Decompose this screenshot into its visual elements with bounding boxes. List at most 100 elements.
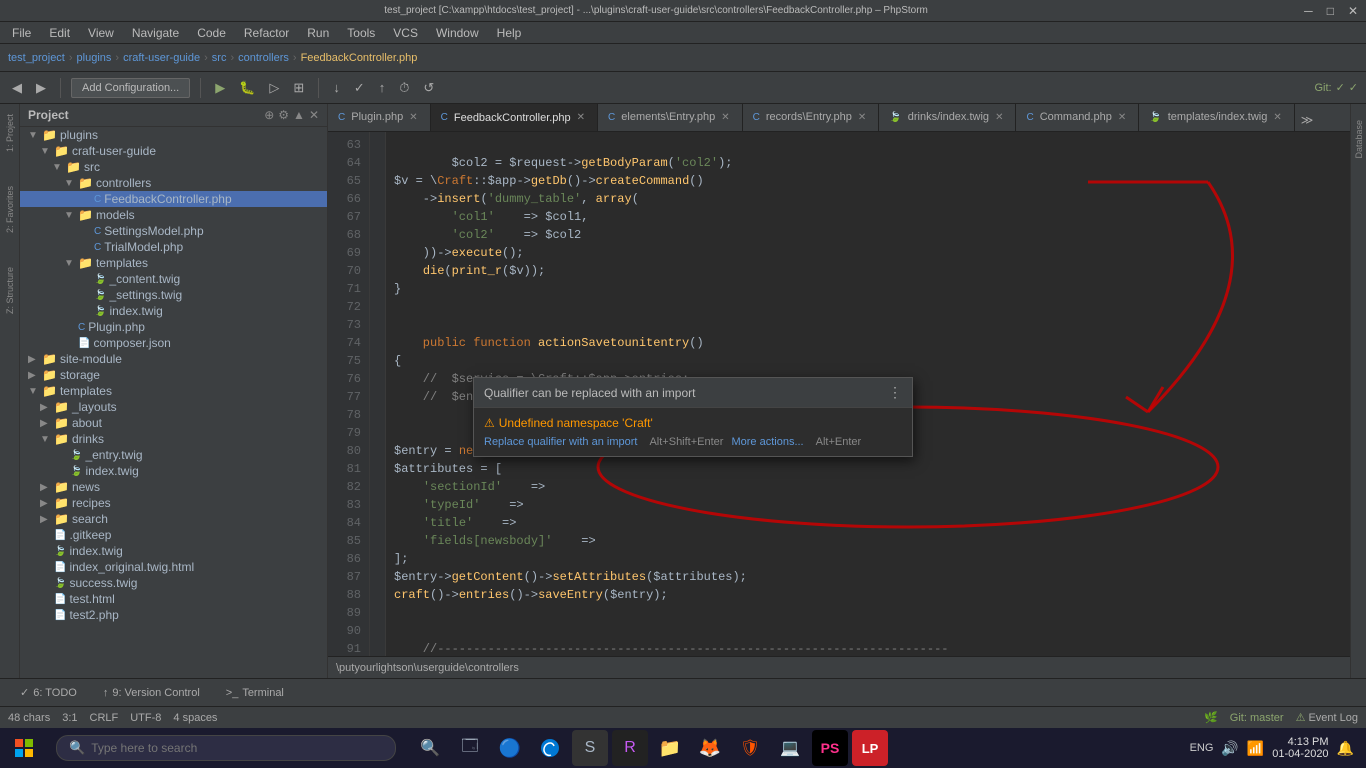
tab-feedbackcontroller[interactable]: C FeedbackController.php ✕ <box>431 104 598 131</box>
maximize-btn[interactable]: □ <box>1327 4 1334 18</box>
forward-btn[interactable]: ▶ <box>32 78 50 98</box>
tab-records-entry-close[interactable]: ✕ <box>858 112 866 123</box>
tree-item-recipes[interactable]: ▶📁 recipes <box>20 495 327 511</box>
nav-controllers[interactable]: controllers <box>238 52 289 64</box>
tree-item-gitkeep[interactable]: 📄 .gitkeep <box>20 527 327 543</box>
tree-item-site-module[interactable]: ▶📁 site-module <box>20 351 327 367</box>
add-config-btn[interactable]: Add Configuration... <box>71 78 190 98</box>
tab-records-entry[interactable]: C records\Entry.php ✕ <box>743 104 880 131</box>
side-tab-favorites[interactable]: 2: Favorites <box>3 180 17 239</box>
tree-item-content-twig[interactable]: 🍃 _content.twig <box>20 271 327 287</box>
tree-item-news[interactable]: ▶📁 news <box>20 479 327 495</box>
menu-window[interactable]: Window <box>428 24 487 42</box>
tree-item-test2-php[interactable]: 📄 test2.php <box>20 607 327 623</box>
tree-item-templates-inner[interactable]: ▼📁 templates <box>20 255 327 271</box>
nav-craft-user-guide[interactable]: craft-user-guide <box>123 52 200 64</box>
tree-item-entry-twig[interactable]: 🍃 _entry.twig <box>20 447 327 463</box>
tree-item-index-twig-inner[interactable]: 🍃 index.twig <box>20 303 327 319</box>
menu-edit[interactable]: Edit <box>41 24 78 42</box>
status-encoding[interactable]: UTF-8 <box>130 712 161 724</box>
sidebar-collapse-icon[interactable]: ▲ <box>293 108 305 122</box>
nav-project[interactable]: test_project <box>8 52 65 64</box>
tree-item-drinks[interactable]: ▼📁 drinks <box>20 431 327 447</box>
vcs-commit-btn[interactable]: ✓ <box>350 78 369 98</box>
tree-item-storage[interactable]: ▶📁 storage <box>20 367 327 383</box>
taskbar-network-icon[interactable]: 📶 <box>1247 740 1264 757</box>
run-btn[interactable]: ▶ <box>211 78 229 98</box>
taskbar-app-steam[interactable]: 💻 <box>772 730 808 766</box>
tree-item-templates-root[interactable]: ▼📁 templates <box>20 383 327 399</box>
start-button[interactable] <box>0 728 48 768</box>
tree-item-controllers[interactable]: ▼📁 controllers <box>20 175 327 191</box>
tab-templates-index[interactable]: 🍃 templates/index.twig ✕ <box>1139 104 1295 131</box>
tree-item-settingsmodel[interactable]: C SettingsModel.php <box>20 223 327 239</box>
tree-item-index-twig-drinks[interactable]: 🍃 index.twig <box>20 463 327 479</box>
tree-item-plugin-php[interactable]: C Plugin.php <box>20 319 327 335</box>
side-tab-project[interactable]: 1: Project <box>3 108 17 158</box>
coverage-btn[interactable]: ▷ <box>265 78 283 98</box>
vcs-history-btn[interactable]: ⏱ <box>395 78 413 98</box>
taskbar-search-input[interactable] <box>91 741 383 755</box>
tree-item-index-twig-root[interactable]: 🍃 index.twig <box>20 543 327 559</box>
tree-item-composer-json[interactable]: 📄 composer.json <box>20 335 327 351</box>
sidebar-add-icon[interactable]: ⊕ <box>264 108 274 122</box>
tab-elements-entry[interactable]: C elements\Entry.php ✕ <box>598 104 743 131</box>
menu-help[interactable]: Help <box>489 24 530 42</box>
taskbar-app-rider[interactable]: R <box>612 730 648 766</box>
tab-elements-entry-close[interactable]: ✕ <box>721 112 729 123</box>
tab-drinks-index[interactable]: 🍃 drinks/index.twig ✕ <box>879 104 1016 131</box>
menu-vcs[interactable]: VCS <box>385 24 426 42</box>
taskbar-app-edge[interactable] <box>532 730 568 766</box>
vcs-revert-btn[interactable]: ↺ <box>419 78 438 98</box>
tree-item-success-twig[interactable]: 🍃 success.twig <box>20 575 327 591</box>
tree-item-craft-user-guide[interactable]: ▼📁 craft-user-guide <box>20 143 327 159</box>
back-btn[interactable]: ◀ <box>8 78 26 98</box>
profile-btn[interactable]: ⊞ <box>289 78 308 98</box>
bottom-tab-vcs[interactable]: ↑ 9: Version Control <box>91 683 212 703</box>
tree-item-src[interactable]: ▼📁 src <box>20 159 327 175</box>
code-editor[interactable]: 6364656667 6869707172 7374757677 7879808… <box>328 132 1350 656</box>
tree-item-index-original[interactable]: 📄 index_original.twig.html <box>20 559 327 575</box>
tab-command[interactable]: C Command.php ✕ <box>1016 104 1139 131</box>
menu-tools[interactable]: Tools <box>339 24 383 42</box>
menu-run[interactable]: Run <box>299 24 337 42</box>
status-event-log[interactable]: ⚠ Event Log <box>1296 711 1358 724</box>
menu-file[interactable]: File <box>4 24 39 42</box>
tab-plugin-php-close[interactable]: ✕ <box>409 112 417 123</box>
tree-item-test-html[interactable]: 📄 test.html <box>20 591 327 607</box>
taskbar-app-lastpass[interactable]: LP <box>852 730 888 766</box>
tree-item-models[interactable]: ▼📁 models <box>20 207 327 223</box>
sidebar-close-icon[interactable]: ✕ <box>309 108 319 122</box>
nav-plugins[interactable]: plugins <box>77 52 112 64</box>
tab-feedbackcontroller-close[interactable]: ✕ <box>577 112 585 123</box>
bottom-tab-terminal[interactable]: >_ Terminal <box>214 683 296 703</box>
popup-action-more[interactable]: More actions... <box>731 436 803 448</box>
status-indent[interactable]: 4 spaces <box>173 712 217 724</box>
status-crlf[interactable]: CRLF <box>90 712 119 724</box>
tab-command-close[interactable]: ✕ <box>1118 112 1126 123</box>
menu-view[interactable]: View <box>80 24 122 42</box>
tab-overflow-btn[interactable]: ≫ <box>1295 109 1320 131</box>
tab-plugin-php[interactable]: C Plugin.php ✕ <box>328 104 431 131</box>
right-tab-database[interactable]: Database <box>1352 112 1366 167</box>
taskbar-app-phpstorm[interactable]: PS <box>812 730 848 766</box>
tab-templates-index-close[interactable]: ✕ <box>1273 112 1281 123</box>
tab-drinks-index-close[interactable]: ✕ <box>995 112 1003 123</box>
taskbar-app-brave[interactable]: 🛡 <box>732 730 768 766</box>
popup-action-replace[interactable]: Replace qualifier with an import <box>484 436 637 448</box>
taskbar-app-filezilla[interactable]: S <box>572 730 608 766</box>
tree-item-trialmodel[interactable]: C TrialModel.php <box>20 239 327 255</box>
vcs-push-btn[interactable]: ↑ <box>375 78 390 97</box>
menu-navigate[interactable]: Navigate <box>124 24 187 42</box>
sidebar-gear-icon[interactable]: ⚙ <box>278 108 289 122</box>
taskbar-volume-icon[interactable]: 🔊 <box>1221 740 1238 757</box>
nav-src[interactable]: src <box>212 52 227 64</box>
bottom-tab-todo[interactable]: ✓ 6: TODO <box>8 682 89 703</box>
popup-menu-icon[interactable]: ⋮ <box>888 384 902 401</box>
taskbar-search[interactable]: 🔍 <box>56 735 396 761</box>
tree-item-search[interactable]: ▶📁 search <box>20 511 327 527</box>
tree-item-feedbackcontroller[interactable]: C FeedbackController.php <box>20 191 327 207</box>
taskbar-app-chrome[interactable]: 🔵 <box>492 730 528 766</box>
tree-item-about[interactable]: ▶📁 about <box>20 415 327 431</box>
debug-btn[interactable]: 🐛 <box>235 78 259 98</box>
